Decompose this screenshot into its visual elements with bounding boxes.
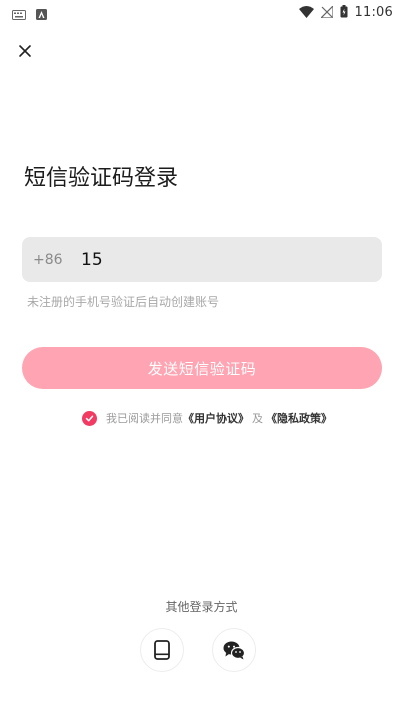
close-icon [19, 45, 31, 57]
phone-input[interactable] [81, 249, 341, 270]
keyboard-icon [12, 5, 26, 24]
user-agreement-link[interactable]: 《用户协议》 [183, 410, 249, 426]
send-code-button[interactable]: 发送短信验证码 [22, 347, 382, 389]
battery-icon [340, 3, 348, 22]
status-time: 11:06 [354, 5, 393, 20]
status-bar-right: 11:06 [298, 3, 393, 22]
register-hint: 未注册的手机号验证后自动创建账号 [27, 295, 220, 309]
agreement-prefix: 我已阅读并同意 [106, 412, 183, 425]
no-signal-icon [319, 3, 334, 22]
agreement-row: 我已阅读并同意 《用户协议》 及 《隐私政策》 [82, 410, 332, 426]
privacy-policy-link[interactable]: 《隐私政策》 [266, 410, 332, 426]
wifi-icon [298, 3, 314, 22]
phone-input-row[interactable]: +86 [22, 237, 382, 282]
page-title: 短信验证码登录 [24, 166, 179, 191]
check-icon [85, 415, 94, 421]
wechat-login-button[interactable] [212, 628, 256, 672]
close-button[interactable] [14, 40, 36, 62]
phone-login-button[interactable] [140, 628, 184, 672]
phone-icon [154, 640, 170, 660]
other-login-title: 其他登录方式 [165, 600, 238, 614]
agreement-checkbox[interactable] [82, 410, 97, 426]
country-code[interactable]: +86 [33, 252, 71, 268]
status-bar: 11:06 [0, 0, 403, 24]
agreement-and: 及 [252, 412, 263, 425]
app-notification-icon [36, 5, 47, 24]
status-bar-left [12, 5, 47, 24]
wechat-icon [223, 641, 245, 659]
